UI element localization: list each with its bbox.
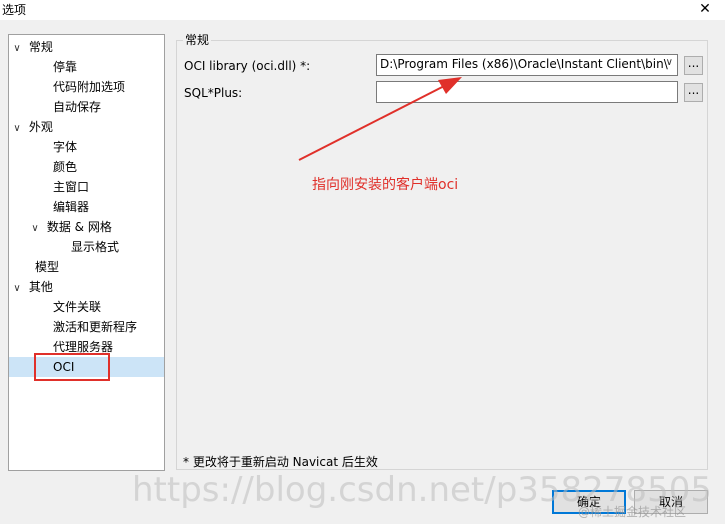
sqlplus-field[interactable] [376,81,678,103]
oci-browse-button[interactable]: ... [684,56,703,75]
window-title: 选项 [2,3,27,17]
chevron-down-icon[interactable]: ∨ [9,119,25,139]
chevron-down-icon[interactable]: ∨ [9,39,25,59]
close-icon[interactable]: ✕ [695,0,715,18]
tree-item-main-window[interactable]: 主窗口 [53,177,89,197]
oci-library-select[interactable]: D:\Program Files (x86)\Oracle\Instant Cl… [376,54,678,76]
juejin-watermark: @稀土掘金技术社区 [578,505,687,519]
tree-item-display-format[interactable]: 显示格式 [71,237,119,257]
general-group [176,40,708,470]
chevron-down-icon[interactable]: ∨ [27,219,43,239]
tree-item-activation-update[interactable]: 激活和更新程序 [53,317,137,337]
restart-footnote: * 更改将于重新启动 Navicat 后生效 [183,455,378,469]
tree-item-color[interactable]: 颜色 [53,157,77,177]
tree-item-autosave[interactable]: 自动保存 [53,97,101,117]
tree-item-appearance[interactable]: ∨ 外观 [9,117,53,137]
annotation-text: 指向刚安装的客户端oci [312,177,459,193]
title-bar: 选项 ✕ [0,0,725,20]
oci-library-value: D:\Program Files (x86)\Oracle\Instant Cl… [380,57,668,71]
chevron-down-icon[interactable]: ∨ [9,279,25,299]
group-title: 常规 [183,31,212,48]
tree-item-model[interactable]: 模型 [35,257,59,277]
oci-library-label: OCI library (oci.dll) *: [184,59,311,73]
chevron-down-icon[interactable]: ∨ [666,57,673,68]
tree-item-general[interactable]: ∨ 常规 [9,37,53,57]
sqlplus-browse-button[interactable]: ... [684,83,703,102]
tree-item-docking[interactable]: 停靠 [53,57,77,77]
sqlplus-label: SQL*Plus: [184,86,243,100]
tree-item-data-grid[interactable]: ∨ 数据 & 网格 [27,217,112,237]
tree-item-code-options[interactable]: 代码附加选项 [53,77,125,97]
tree-item-font[interactable]: 字体 [53,137,77,157]
oci-highlight-box [34,353,110,381]
options-tree[interactable]: ∨ 常规 停靠 代码附加选项 自动保存 ∨ 外观 字体 颜色 主窗口 编辑器 ∨… [8,34,165,471]
tree-item-file-association[interactable]: 文件关联 [53,297,101,317]
tree-item-other[interactable]: ∨ 其他 [9,277,53,297]
tree-item-editor[interactable]: 编辑器 [53,197,89,217]
